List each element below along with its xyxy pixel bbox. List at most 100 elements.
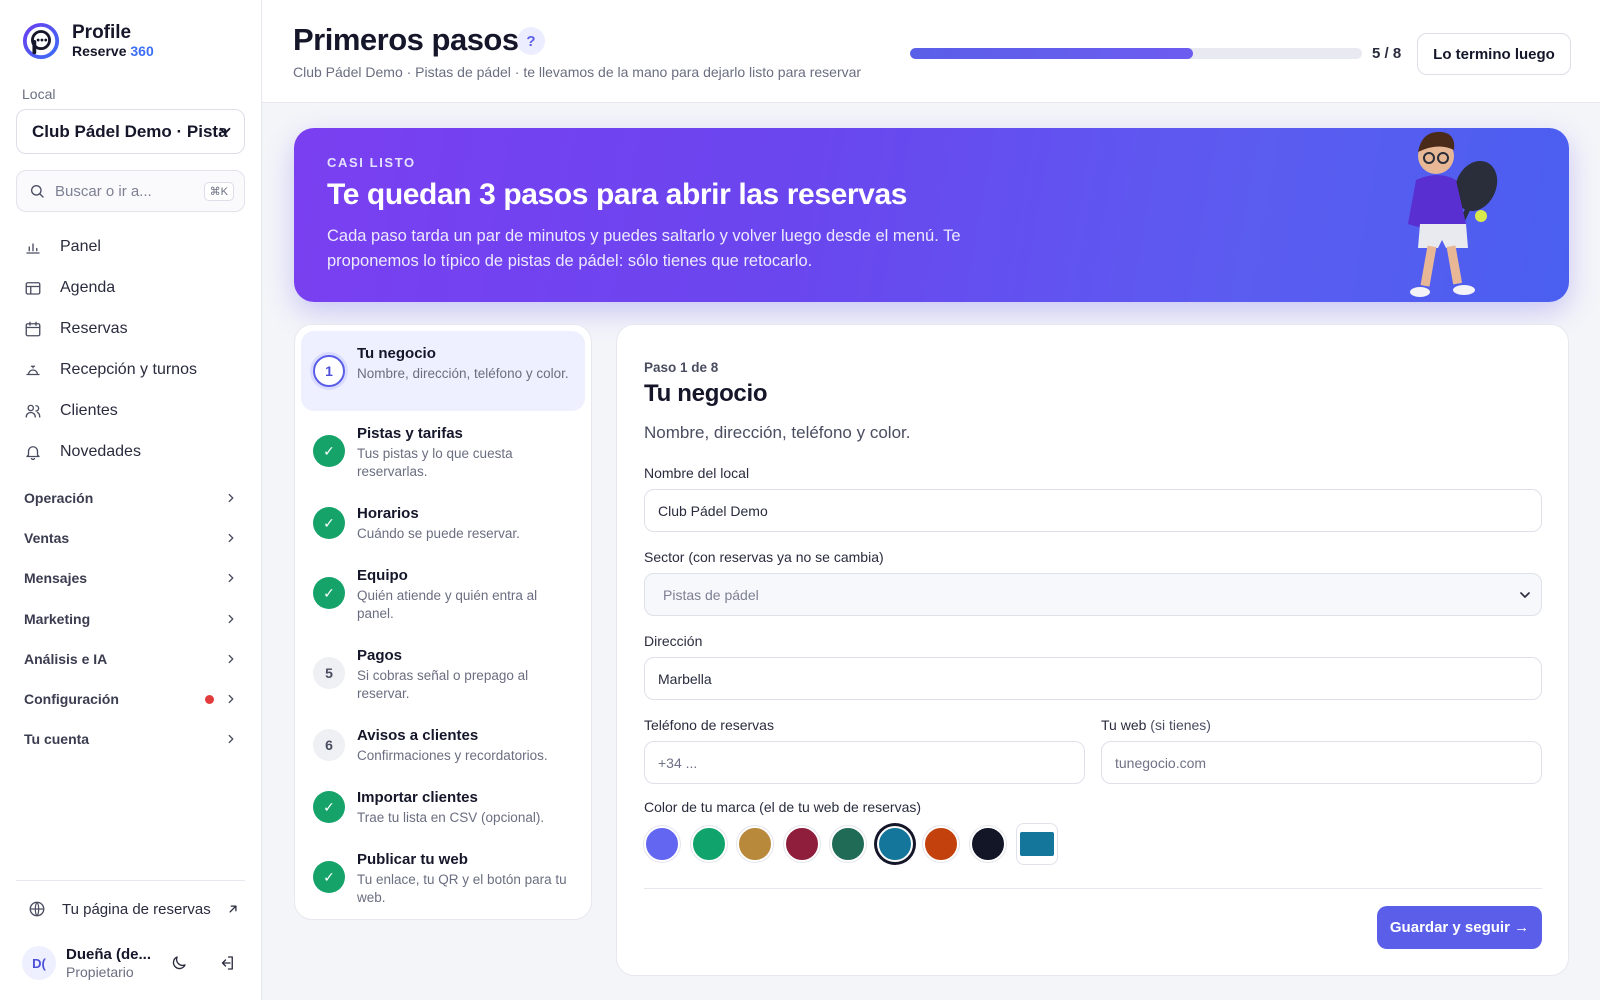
step-pagos[interactable]: 5 Pagos Si cobras señal o prepago al res… (301, 633, 585, 713)
color-swatch[interactable] (830, 826, 866, 862)
step-tu-negocio[interactable]: 1 Tu negocio Nombre, dirección, teléfono… (301, 331, 585, 411)
color-swatch[interactable] (644, 826, 680, 862)
step-avisos-clientes[interactable]: 6 Avisos a clientes Confirmaciones y rec… (301, 713, 585, 775)
sidebar-group-operacion[interactable]: Operación (24, 478, 238, 518)
phone-input[interactable]: +34 ... (644, 741, 1085, 784)
sidebar-item-label: Novedades (60, 442, 141, 460)
sidebar-group-ventas[interactable]: Ventas (24, 518, 238, 558)
step-counter: Paso 1 de 8 (644, 360, 719, 375)
sidebar-item-agenda[interactable]: Agenda (24, 267, 246, 308)
user-menu[interactable]: D( Dueña (de... Propietario (22, 943, 244, 983)
step-horarios[interactable]: ✓ Horarios Cuándo se puede reservar. (301, 491, 585, 553)
brand-product: Reserve 360 (72, 42, 154, 59)
onboarding-progress-fill (910, 48, 1193, 59)
form-description: Nombre, dirección, teléfono y color. (644, 423, 911, 442)
step-description: Trae tu lista en CSV (opcional). (357, 810, 545, 825)
booking-page-link[interactable]: Tu página de reservas (28, 900, 240, 918)
table-icon (25, 281, 41, 295)
color-swatch[interactable] (876, 826, 913, 862)
chevron-right-icon (228, 493, 234, 503)
brand-logo[interactable]: Profile Reserve 360 (22, 22, 154, 60)
moon-icon[interactable] (170, 954, 188, 972)
external-link-icon (229, 905, 237, 913)
brand-color-picker (644, 823, 1058, 865)
brand-logo-icon (22, 22, 60, 60)
users-icon (25, 404, 41, 418)
sidebar-group-analisis[interactable]: Análisis e IA (24, 639, 238, 679)
address-input[interactable]: Marbella (644, 657, 1542, 700)
sidebar-group-tu-cuenta[interactable]: Tu cuenta (24, 719, 238, 759)
finish-later-button[interactable]: Lo termino luego (1417, 33, 1571, 75)
business-name-label: Nombre del local (644, 465, 750, 481)
bar-chart-icon (26, 242, 40, 254)
local-select[interactable]: Club Pádel Demo · Pista (16, 109, 245, 154)
sidebar-groups: Operación Ventas Mensajes Marketing Anál… (24, 478, 238, 759)
sidebar-item-reservas[interactable]: Reservas (24, 308, 246, 349)
form-divider (644, 888, 1542, 889)
booking-page-link-label: Tu página de reservas (62, 900, 211, 918)
sidebar-group-configuracion[interactable]: Configuración (24, 679, 238, 719)
bell-icon (26, 445, 40, 460)
sidebar-group-label: Marketing (24, 610, 91, 627)
onboarding-progress-bar (910, 48, 1362, 59)
sidebar-group-label: Configuración (24, 691, 119, 708)
sidebar-item-label: Panel (60, 237, 101, 255)
step-title: Pistas y tarifas (357, 425, 463, 442)
form-title: Tu negocio (644, 380, 768, 407)
onboarding-steps: 1 Tu negocio Nombre, dirección, teléfono… (294, 324, 592, 920)
logout-icon[interactable] (218, 954, 236, 972)
step-number-badge: 6 (313, 729, 345, 761)
brand-color-label: Color de tu marca (el de tu web de reser… (644, 799, 922, 815)
sector-select[interactable]: Pistas de pádel (644, 573, 1542, 616)
sidebar-group-marketing[interactable]: Marketing (24, 599, 238, 639)
color-swatch[interactable] (969, 826, 1006, 862)
search-input[interactable]: Buscar o ir a... ⌘K (16, 170, 245, 212)
step-title: Importar clientes (357, 789, 478, 806)
custom-color-input[interactable] (1016, 823, 1058, 865)
color-swatch[interactable] (737, 826, 773, 862)
step-importar-clientes[interactable]: ✓ Importar clientes Trae tu lista en CSV… (301, 775, 585, 837)
local-label: Local (22, 86, 56, 102)
sidebar-item-panel[interactable]: Panel (24, 226, 246, 267)
website-input[interactable]: tunegocio.com (1101, 741, 1542, 784)
sidebar-group-mensajes[interactable]: Mensajes (24, 558, 238, 598)
step-publicar-web[interactable]: ✓ Publicar tu web Tu enlace, tu QR y el … (301, 837, 585, 917)
sidebar-item-recepcion[interactable]: Recepción y turnos (24, 349, 246, 390)
onboarding-progress-count: 5 / 8 (1372, 45, 1402, 62)
chevron-down-icon (219, 127, 231, 135)
step-title: Horarios (357, 505, 419, 522)
almost-ready-banner: CASI LISTO Te quedan 3 pasos para abrir … (294, 128, 1569, 302)
color-swatch[interactable] (923, 826, 959, 862)
help-button[interactable]: ? (517, 27, 545, 55)
step-number-badge: 1 (313, 355, 345, 387)
globe-icon (29, 901, 45, 917)
check-icon: ✓ (313, 577, 345, 609)
business-name-input[interactable]: Club Pádel Demo (644, 489, 1542, 532)
sidebar: Profile Reserve 360 Local Club Pádel Dem… (0, 0, 262, 1000)
local-select-value: Club Pádel Demo · Pista (32, 121, 228, 141)
color-swatch[interactable] (690, 826, 727, 862)
sidebar-item-clientes[interactable]: Clientes (24, 390, 246, 431)
sidebar-item-label: Clientes (60, 401, 118, 419)
step-title: Tu negocio (357, 345, 436, 362)
business-form: Paso 1 de 8 Tu negocio Nombre, dirección… (616, 324, 1569, 976)
chevron-right-icon (228, 614, 234, 623)
save-and-continue-button[interactable]: Guardar y seguir → (1377, 906, 1542, 949)
step-title: Publicar tu web (357, 851, 468, 868)
sidebar-nav: Panel Agenda Reservas Recepción y turnos… (24, 226, 246, 472)
sidebar-group-label: Análisis e IA (24, 650, 108, 667)
sidebar-group-label: Ventas (24, 530, 70, 547)
sector-select-value: Pistas de pádel (663, 586, 759, 603)
sidebar-group-label: Tu cuenta (24, 731, 90, 748)
banner-eyebrow: CASI LISTO (327, 155, 416, 170)
user-name: Dueña (de... (66, 945, 152, 963)
step-equipo[interactable]: ✓ Equipo Quién atiende y quién entra al … (301, 553, 585, 633)
sidebar-group-label: Mensajes (24, 570, 88, 587)
step-description: Quién atiende y quién entra al panel. (357, 588, 538, 621)
color-swatch[interactable] (783, 826, 820, 862)
step-description: Tu enlace, tu QR y el botón para tu web. (357, 872, 567, 905)
step-pistas-tarifas[interactable]: ✓ Pistas y tarifas Tus pistas y lo que c… (301, 411, 585, 491)
chevron-right-icon (228, 574, 234, 583)
sidebar-item-novedades[interactable]: Novedades (24, 431, 246, 472)
step-description: Confirmaciones y recordatorios. (357, 748, 548, 763)
